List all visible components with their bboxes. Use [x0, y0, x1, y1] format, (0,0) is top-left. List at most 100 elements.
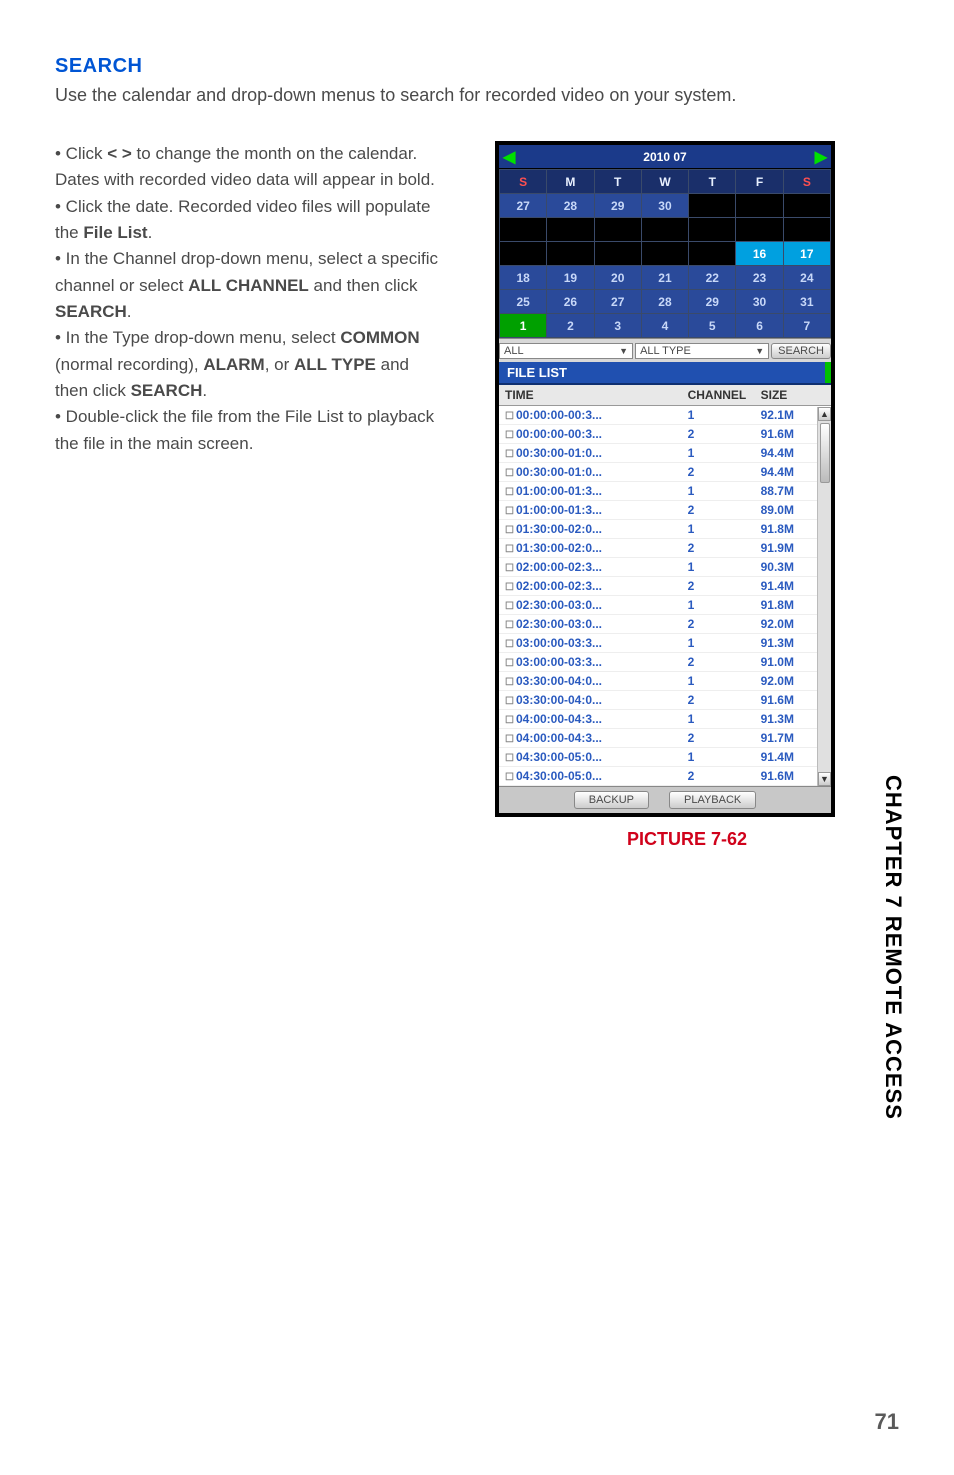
scroll-up-icon[interactable]: ▲ [818, 407, 831, 421]
calendar-day[interactable] [547, 218, 594, 242]
file-row[interactable]: 00:30:00-01:0...294.4M [499, 463, 831, 482]
calendar-day[interactable]: 4 [641, 314, 688, 338]
calendar-day[interactable]: 29 [594, 194, 641, 218]
bullet-4e: . [202, 381, 207, 400]
bullet-4-bold1: COMMON [340, 328, 419, 347]
file-time: 02:00:00-02:3... [499, 558, 682, 577]
calendar-day[interactable]: 16 [736, 242, 783, 266]
file-row[interactable]: 04:30:00-05:0...191.4M [499, 748, 831, 767]
calendar-day[interactable]: 23 [736, 266, 783, 290]
calendar-day[interactable]: 25 [500, 290, 547, 314]
calendar-day[interactable] [641, 242, 688, 266]
calendar-day[interactable]: 26 [547, 290, 594, 314]
calendar-day[interactable] [594, 218, 641, 242]
file-row[interactable]: 01:00:00-01:3...289.0M [499, 501, 831, 520]
calendar-day[interactable]: 30 [736, 290, 783, 314]
calendar-day[interactable] [689, 242, 736, 266]
calendar-day[interactable] [594, 242, 641, 266]
playback-button[interactable]: PLAYBACK [669, 791, 756, 809]
bullet-3b: and then click [309, 276, 418, 295]
file-channel: 1 [682, 482, 755, 501]
calendar-day[interactable]: 30 [641, 194, 688, 218]
file-time: 01:00:00-01:3... [499, 482, 682, 501]
instructions-column: • Click < > to change the month on the c… [55, 141, 445, 850]
calendar-day[interactable]: 22 [689, 266, 736, 290]
calendar-day[interactable]: 31 [783, 290, 830, 314]
file-row[interactable]: 01:30:00-02:0...291.9M [499, 539, 831, 558]
backup-button[interactable]: BACKUP [574, 791, 649, 809]
calendar-day[interactable] [500, 218, 547, 242]
chevron-down-icon: ▼ [619, 346, 628, 356]
calendar-day[interactable]: 7 [783, 314, 830, 338]
file-time: 02:30:00-03:0... [499, 615, 682, 634]
type-value: ALL TYPE [640, 345, 691, 357]
calendar-day[interactable]: 3 [594, 314, 641, 338]
calendar-day[interactable] [689, 194, 736, 218]
calendar-dow: T [594, 170, 641, 194]
file-row[interactable]: 00:00:00-00:3...291.6M [499, 425, 831, 444]
file-row[interactable]: 03:30:00-04:0...192.0M [499, 672, 831, 691]
calendar-day[interactable] [736, 218, 783, 242]
search-button[interactable]: SEARCH [771, 343, 831, 359]
calendar-day[interactable]: 27 [500, 194, 547, 218]
file-row[interactable]: 04:30:00-05:0...291.6M [499, 767, 831, 786]
file-time: 00:30:00-01:0... [499, 444, 682, 463]
chapter-side-tab: CHAPTER 7 REMOTE ACCESS [880, 775, 906, 1120]
file-row[interactable]: 03:00:00-03:3...291.0M [499, 653, 831, 672]
calendar-day[interactable] [641, 218, 688, 242]
file-list-table[interactable]: TIME CHANNEL SIZE 00:00:00-00:3...192.1M… [499, 385, 831, 786]
file-channel: 2 [682, 501, 755, 520]
col-channel: CHANNEL [682, 385, 755, 406]
file-time: 00:00:00-00:3... [499, 406, 682, 425]
calendar-day[interactable]: 28 [641, 290, 688, 314]
file-row[interactable]: 04:00:00-04:3...191.3M [499, 710, 831, 729]
calendar-day[interactable]: 27 [594, 290, 641, 314]
bullet-1a: • Click [55, 144, 107, 163]
calendar-day[interactable] [547, 242, 594, 266]
calendar-day[interactable] [783, 194, 830, 218]
file-row[interactable]: 02:00:00-02:3...291.4M [499, 577, 831, 596]
calendar-day[interactable]: 6 [736, 314, 783, 338]
file-list-scrollbar[interactable]: ▲ ▼ [817, 407, 831, 786]
calendar-day[interactable]: 21 [641, 266, 688, 290]
file-row[interactable]: 03:00:00-03:3...191.3M [499, 634, 831, 653]
file-row[interactable]: 01:30:00-02:0...191.8M [499, 520, 831, 539]
file-channel: 2 [682, 653, 755, 672]
calendar-day[interactable]: 20 [594, 266, 641, 290]
scroll-down-icon[interactable]: ▼ [818, 772, 831, 786]
scroll-thumb[interactable] [820, 423, 830, 483]
col-time: TIME [499, 385, 682, 406]
file-list-tab[interactable]: FILE LIST [499, 362, 831, 385]
file-row[interactable]: 00:30:00-01:0...194.4M [499, 444, 831, 463]
calendar-day[interactable] [783, 218, 830, 242]
file-row[interactable]: 00:00:00-00:3...192.1M [499, 406, 831, 425]
file-row[interactable]: 01:00:00-01:3...188.7M [499, 482, 831, 501]
file-time: 00:00:00-00:3... [499, 425, 682, 444]
file-row[interactable]: 04:00:00-04:3...291.7M [499, 729, 831, 748]
calendar-day[interactable]: 17 [783, 242, 830, 266]
file-channel: 1 [682, 520, 755, 539]
calendar-day[interactable]: 29 [689, 290, 736, 314]
side-tab-chapter: CHAPTER 7 [881, 775, 906, 909]
calendar-day[interactable]: 1 [500, 314, 547, 338]
type-dropdown[interactable]: ALL TYPE ▼ [635, 343, 769, 359]
file-row[interactable]: 02:00:00-02:3...190.3M [499, 558, 831, 577]
calendar-day[interactable] [736, 194, 783, 218]
file-row[interactable]: 03:30:00-04:0...291.6M [499, 691, 831, 710]
next-month-icon[interactable]: ▶ [815, 147, 827, 167]
file-row[interactable]: 02:30:00-03:0...191.8M [499, 596, 831, 615]
calendar-grid[interactable]: SMTWTFS 27282930161718192021222324252627… [499, 169, 831, 338]
side-tab-title: REMOTE ACCESS [881, 909, 906, 1120]
calendar-day[interactable]: 5 [689, 314, 736, 338]
calendar-day[interactable] [689, 218, 736, 242]
file-row[interactable]: 02:30:00-03:0...292.0M [499, 615, 831, 634]
calendar-day[interactable]: 2 [547, 314, 594, 338]
calendar-day[interactable] [500, 242, 547, 266]
calendar-day[interactable]: 19 [547, 266, 594, 290]
calendar-day[interactable]: 18 [500, 266, 547, 290]
prev-month-icon[interactable]: ◀ [503, 147, 515, 167]
channel-dropdown[interactable]: ALL ▼ [499, 343, 633, 359]
file-channel: 2 [682, 615, 755, 634]
calendar-day[interactable]: 28 [547, 194, 594, 218]
calendar-day[interactable]: 24 [783, 266, 830, 290]
